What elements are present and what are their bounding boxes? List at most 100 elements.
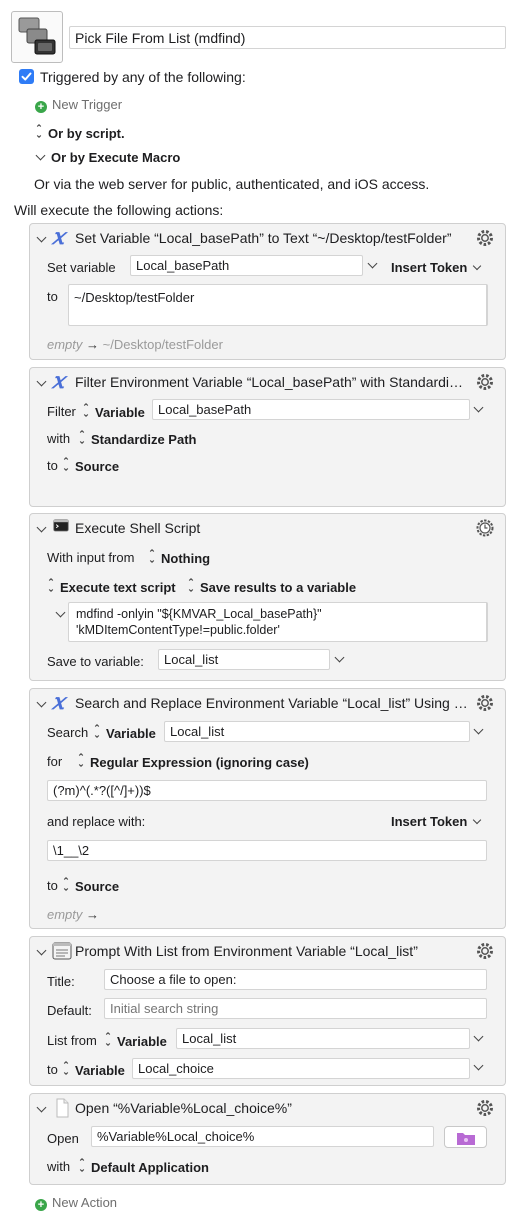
chevron-down-icon[interactable]: [36, 232, 47, 243]
action-open[interactable]: Open “%Variable%Local_choice%” Open %Var…: [29, 1093, 506, 1185]
to-type-popup[interactable]: ⌃ ⌃ Variable: [62, 1060, 125, 1079]
chevron-down-icon[interactable]: [334, 652, 345, 663]
with-application-popup[interactable]: ⌃ ⌃ Default Application: [78, 1158, 209, 1176]
script-text-field[interactable]: mdfind -onlyin "${KMVAR_Local_basePath}"…: [68, 602, 488, 642]
chevron-down-icon[interactable]: [367, 258, 378, 269]
gear-icon[interactable]: [475, 372, 495, 392]
gear-icon[interactable]: [475, 693, 495, 713]
save-mode-popup[interactable]: ⌃ ⌃ Save results to a variable: [187, 577, 356, 596]
save-to-label: Save to variable:: [47, 654, 144, 669]
filter-label: Filter: [47, 404, 76, 419]
new-trigger-label: New Trigger: [52, 97, 123, 112]
or-by-execute-macro-label: Or by Execute Macro: [51, 150, 181, 165]
plus-icon: +: [35, 1199, 47, 1211]
action-search-replace[interactable]: 𝑥 Search and Replace Environment Variabl…: [29, 688, 506, 929]
open-label: Open: [47, 1131, 79, 1146]
chevron-down-icon[interactable]: [473, 1031, 484, 1042]
updown-icon: ⌃ ⌃: [93, 723, 101, 740]
clock-gear-icon[interactable]: [475, 518, 495, 538]
action-prompt-with-list[interactable]: Prompt With List from Environment Variab…: [29, 936, 506, 1086]
regex-field[interactable]: (?m)^(.*?([^/]+))$: [47, 780, 487, 801]
terminal-icon: [53, 519, 69, 532]
action-title: Prompt With List from Environment Variab…: [75, 943, 418, 959]
new-trigger-button[interactable]: + New Trigger: [35, 97, 122, 113]
macro-icon[interactable]: [11, 11, 63, 63]
new-action-label: New Action: [52, 1195, 118, 1210]
preview-empty: empty: [47, 907, 83, 922]
list-from-type-popup[interactable]: ⌃ ⌃ Variable: [104, 1032, 167, 1050]
to-label: to: [47, 289, 58, 304]
prompt-title-field[interactable]: Choose a file to open:: [104, 969, 487, 990]
chevron-down-icon[interactable]: [473, 1060, 484, 1071]
insert-token-button[interactable]: Insert Token: [391, 814, 482, 829]
action-filter-variable[interactable]: 𝑥 Filter Environment Variable “Local_bas…: [29, 367, 506, 507]
for-popup[interactable]: ⌃ ⌃ Regular Expression (ignoring case): [77, 753, 309, 771]
preview-arrow: →: [86, 337, 100, 352]
updown-icon: ⌃ ⌃: [187, 577, 195, 594]
action-title: Search and Replace Environment Variable …: [75, 695, 470, 711]
with-input-label: With input from: [47, 550, 135, 565]
script-line: mdfind -onlyin "${KMVAR_Local_basePath}": [76, 607, 322, 621]
choose-file-button[interactable]: [444, 1126, 487, 1148]
new-action-button[interactable]: + New Action: [35, 1195, 117, 1211]
variable-name-field[interactable]: Local_basePath: [152, 399, 470, 420]
gear-icon[interactable]: [475, 1098, 495, 1118]
chevron-down-icon: [35, 150, 46, 161]
to-variable-field[interactable]: Local_choice: [132, 1058, 470, 1079]
scrollbar[interactable]: [486, 602, 487, 642]
to-popup[interactable]: ⌃ ⌃ Source: [62, 456, 119, 475]
scrollbar[interactable]: [486, 284, 487, 326]
open-path-field[interactable]: %Variable%Local_choice%: [91, 1126, 434, 1147]
updown-icon: ⌃ ⌃: [78, 429, 86, 446]
preview-arrow: →: [86, 907, 100, 922]
chevron-down-icon[interactable]: [36, 697, 47, 708]
variable-name-field[interactable]: Local_basePath: [130, 255, 363, 276]
gear-icon[interactable]: [475, 941, 495, 961]
chevron-down-icon[interactable]: [36, 945, 47, 956]
folder-icon: [457, 1133, 475, 1145]
text-value-field[interactable]: ~/Desktop/testFolder: [68, 284, 488, 326]
or-by-script-button[interactable]: ⌃ ⌃ Or by script.: [35, 124, 124, 142]
to-popup[interactable]: ⌃ ⌃ Source: [62, 876, 119, 895]
web-server-text: Or via the web server for public, authen…: [34, 176, 430, 192]
text-value: ~/Desktop/testFolder: [74, 290, 195, 305]
variable-name-field[interactable]: Local_list: [164, 721, 470, 742]
macro-name-field[interactable]: Pick File From List (mdfind): [69, 26, 506, 49]
document-icon: [56, 1098, 69, 1118]
insert-token-button[interactable]: Insert Token: [391, 260, 482, 275]
script-line: 'kMDItemContentType!=public.folder': [76, 623, 280, 637]
default-label: Default:: [47, 1003, 92, 1018]
chevron-down-icon[interactable]: [55, 607, 66, 618]
with-input-popup[interactable]: ⌃ ⌃ Nothing: [148, 549, 210, 567]
chevron-down-icon[interactable]: [36, 1102, 47, 1113]
search-type-popup[interactable]: ⌃ ⌃ Variable: [93, 723, 156, 742]
checkbox-icon[interactable]: [19, 69, 34, 84]
will-execute-label: Will execute the following actions:: [14, 202, 224, 218]
or-by-execute-macro-button[interactable]: Or by Execute Macro: [35, 150, 181, 165]
filter-with-popup[interactable]: ⌃ ⌃ Standardize Path: [78, 429, 196, 448]
updown-icon: ⌃ ⌃: [62, 876, 70, 893]
execute-mode-popup[interactable]: ⌃ ⌃ Execute text script: [47, 577, 175, 596]
chevron-down-icon[interactable]: [473, 724, 484, 735]
save-to-field[interactable]: Local_list: [158, 649, 330, 670]
action-title: Set Variable “Local_basePath” to Text “~…: [75, 230, 452, 246]
default-field[interactable]: [104, 998, 487, 1019]
chevron-down-icon[interactable]: [36, 522, 47, 533]
chevron-down-icon[interactable]: [36, 376, 47, 387]
search-label: Search: [47, 725, 89, 740]
list-from-field[interactable]: Local_list: [176, 1028, 470, 1049]
variable-x-icon: 𝑥: [52, 224, 65, 250]
chevron-down-icon[interactable]: [473, 402, 484, 413]
action-execute-shell-script[interactable]: Execute Shell Script With input from ⌃ ⌃ N…: [29, 513, 506, 681]
preview-text: empty →: [47, 907, 99, 922]
action-set-variable[interactable]: 𝑥 Set Variable “Local_basePath” to Text …: [29, 223, 506, 360]
gear-icon[interactable]: [475, 228, 495, 248]
filter-type-popup[interactable]: ⌃ ⌃ Variable: [82, 403, 145, 421]
updown-icon: ⌃ ⌃: [62, 456, 70, 473]
plus-icon: +: [35, 101, 47, 113]
replacement-field[interactable]: \1__\2: [47, 840, 487, 861]
updown-icon: ⌃ ⌃: [47, 577, 55, 594]
with-label: with: [47, 431, 71, 446]
replace-label: and replace with:: [47, 814, 146, 829]
updown-icon: ⌃ ⌃: [62, 1060, 70, 1077]
